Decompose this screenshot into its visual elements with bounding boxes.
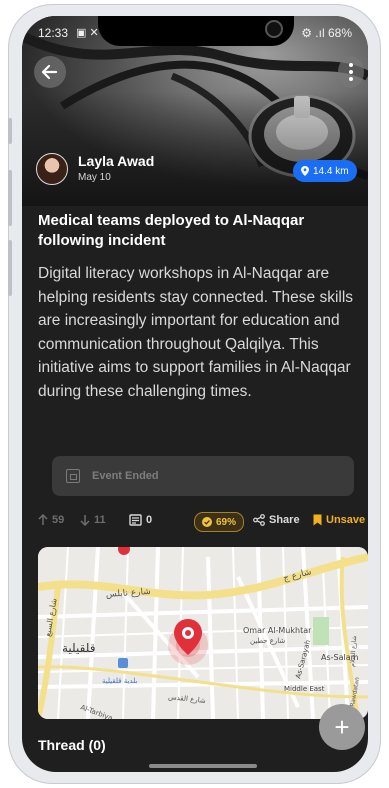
comment-icon — [129, 514, 142, 526]
arrow-up-icon — [38, 514, 48, 525]
credibility-value: 69% — [216, 516, 237, 528]
status-time: 12:33 — [38, 26, 69, 40]
volume-button — [8, 170, 12, 226]
plus-icon: + — [334, 711, 350, 742]
home-indicator[interactable] — [149, 764, 257, 768]
map-label: بلدية قلقيلية — [102, 677, 137, 685]
upvote-button[interactable]: 59 — [38, 514, 64, 526]
location-pin-icon — [301, 166, 309, 176]
comment-count: 0 — [146, 514, 153, 526]
distance-value: 14.4 km — [313, 165, 349, 177]
unsave-label: Unsave — [326, 514, 366, 526]
downvote-count: 11 — [94, 514, 106, 526]
more-options-button[interactable] — [338, 56, 364, 88]
author-name[interactable]: Layla Awad — [78, 153, 154, 169]
post-date: May 10 — [78, 172, 111, 183]
arrow-down-icon — [80, 515, 90, 526]
downvote-button[interactable]: 11 — [80, 514, 106, 526]
back-button[interactable] — [34, 56, 66, 88]
distance-badge: 14.4 km — [293, 160, 357, 182]
post-title: Medical teams deployed to Al-Naqqar foll… — [38, 212, 305, 249]
calendar-icon — [66, 469, 80, 483]
share-button[interactable]: Share — [253, 514, 300, 526]
avatar[interactable] — [36, 153, 68, 185]
map-label: قلقيلية — [62, 641, 95, 655]
location-map[interactable]: شارع نابلس شارع ج شارع السبع قلقيلية بلد… — [38, 547, 368, 719]
volume-button — [8, 118, 12, 144]
event-status-label: Event Ended — [92, 470, 159, 482]
upvote-count: 59 — [52, 514, 65, 526]
post-description: Digital literacy workshops in Al-Naqqar … — [38, 265, 354, 400]
unsave-button[interactable]: Unsave — [313, 514, 365, 526]
post-actions: 59 11 0 69% Share Unsave — [38, 512, 368, 532]
map-label: Middle East — [284, 685, 325, 693]
share-label: Share — [269, 514, 300, 526]
bookmark-icon — [313, 514, 322, 526]
event-status-button[interactable]: Event Ended — [52, 456, 354, 496]
power-button — [8, 240, 12, 296]
status-right: ⚙ .ıl 68% — [301, 26, 352, 40]
map-label: شارع حطين — [250, 637, 285, 645]
notification-icons: ▣ ✕ — [76, 27, 99, 39]
map-canvas: شارع نابلس شارع ج شارع السبع قلقيلية بلد… — [38, 547, 368, 719]
credibility-badge: 69% — [194, 512, 245, 532]
app-screen: 12:33 ▣ ✕ ⚙ .ıl 68% Layla Awad May 10 14… — [22, 16, 368, 772]
more-vertical-icon — [349, 63, 353, 81]
verified-icon — [202, 517, 212, 527]
share-icon — [253, 514, 265, 526]
thread-heading: Thread (0) — [38, 737, 106, 753]
add-comment-button[interactable]: + — [319, 704, 365, 750]
arrow-left-icon — [41, 64, 58, 80]
comments-button[interactable]: 0 — [129, 514, 152, 526]
status-bar: 12:33 ▣ ✕ ⚙ .ıl 68% — [38, 26, 358, 42]
map-label: Omar Al-Mukhtar — [243, 626, 312, 635]
